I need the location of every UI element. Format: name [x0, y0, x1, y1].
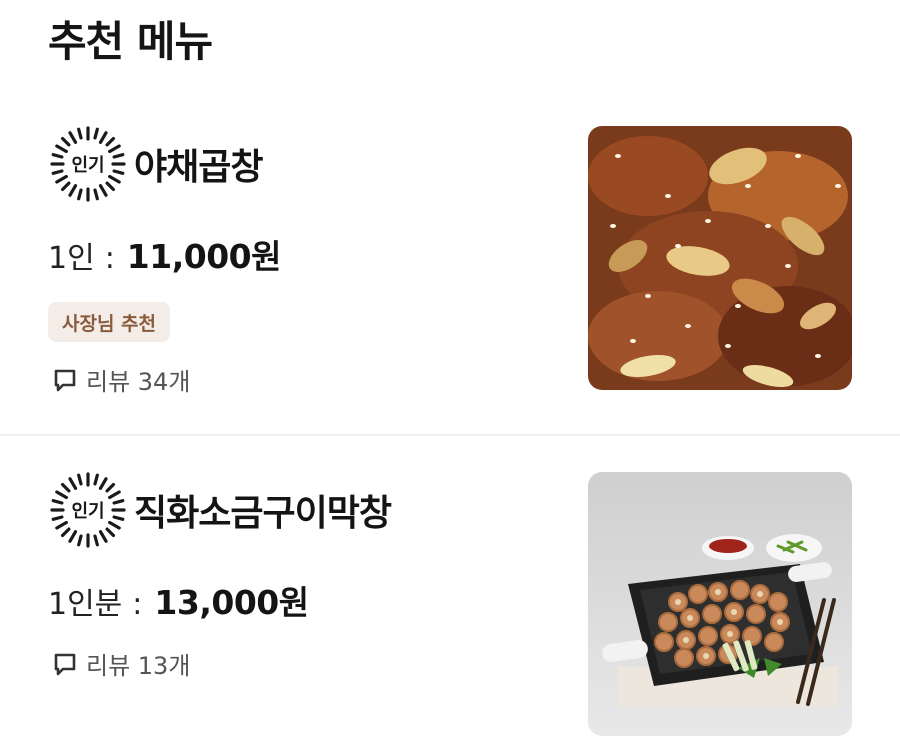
section-title: 추천 메뉴 — [48, 17, 213, 66]
price-row: 1인 : 11,000원 — [48, 230, 282, 278]
menu-item[interactable]: 인기 야채곱창 1인 : 11,000원 사장님 추천 리뷰 34개 — [0, 112, 900, 434]
menu-item-name: 야채곱창 — [134, 147, 263, 188]
price-value: 13,000원 — [154, 583, 309, 622]
stir-fried-gopchang-photo[interactable] — [588, 126, 852, 390]
price-separator: : — [132, 587, 143, 622]
popular-badge: 인기 — [48, 470, 128, 550]
menu-item-name-row: 인기 직화소금구이막창 — [48, 470, 392, 550]
food-photo-image — [588, 126, 852, 390]
review-count-label: 리뷰 34개 — [86, 368, 191, 396]
menu-item-name: 직화소금구이막창 — [134, 493, 392, 534]
popular-badge-label: 인기 — [71, 155, 105, 176]
review-count-label: 리뷰 13개 — [86, 652, 191, 680]
speech-bubble-icon — [54, 653, 76, 675]
menu-item[interactable]: 인기 직화소금구이막창 1인분 : 13,000원 리뷰 13개 — [0, 438, 900, 750]
review-count[interactable]: 리뷰 13개 — [52, 646, 190, 681]
menu-item-name-row: 인기 야채곱창 — [48, 124, 263, 204]
review-count[interactable]: 리뷰 34개 — [52, 362, 190, 397]
popular-badge-label: 인기 — [71, 501, 105, 522]
owner-recommend-tag: 사장님 추천 — [48, 302, 171, 342]
price-unit: 1인분 — [48, 587, 123, 622]
food-photo-image — [588, 472, 852, 736]
price-row: 1인분 : 13,000원 — [48, 576, 309, 624]
grilled-makchang-photo[interactable] — [588, 472, 852, 736]
speech-bubble-icon — [54, 369, 76, 391]
item-divider — [0, 434, 900, 436]
price-separator: : — [104, 241, 115, 276]
price-unit: 1인 — [48, 241, 95, 276]
price-value: 11,000원 — [126, 237, 282, 276]
popular-badge: 인기 — [48, 124, 128, 204]
recommended-menu-page: 추천 메뉴 인기 야채곱창 1인: 11,000원 사장님 추천 리뷰 34개… — [0, 0, 900, 750]
